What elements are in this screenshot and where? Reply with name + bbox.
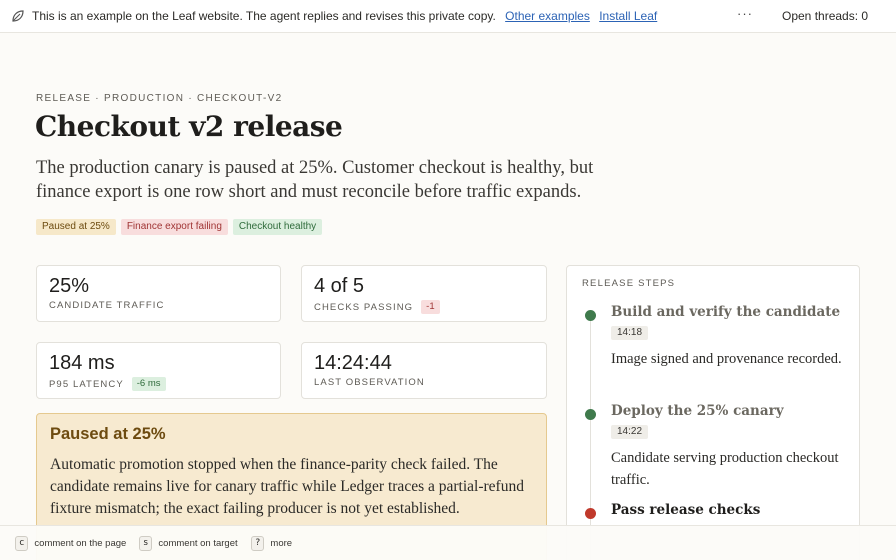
callout-title: Paused at 25% <box>50 425 166 443</box>
shortcut-more[interactable]: ? more <box>251 536 292 551</box>
stat-label: CANDIDATE TRAFFIC <box>49 300 165 311</box>
step-failed-dot <box>585 508 596 519</box>
shortcut-label: comment on target <box>158 538 238 549</box>
shortcut-label: comment on the page <box>34 538 127 549</box>
status-badge-paused: Paused at 25% <box>36 219 116 235</box>
stat-value: 25% <box>49 275 90 297</box>
stat-label: P95 LATENCY <box>49 378 124 390</box>
step-name: Deploy the 25% canary <box>611 403 784 419</box>
breadcrumb: RELEASE · PRODUCTION · CHECKOUT-V2 <box>36 93 283 104</box>
release-steps-panel: RELEASE STEPS Build and verify the candi… <box>566 265 860 560</box>
stat-value: 184 ms <box>49 352 115 374</box>
step-time: 14:22 <box>611 425 649 439</box>
more-menu-button[interactable]: ··· <box>737 6 753 21</box>
stat-card-p95-latency: 184 ms P95 LATENCY -6 ms <box>36 342 281 399</box>
stat-delta: -1 <box>421 300 440 314</box>
shortcut-key: c <box>15 536 29 551</box>
shortcut-key: ? <box>251 536 265 551</box>
keyboard-shortcuts-bar: c comment on the page s comment on targe… <box>0 525 896 560</box>
install-leaf-link[interactable]: Install Leaf <box>599 9 657 23</box>
open-threads-count[interactable]: Open threads: 0 <box>782 9 868 23</box>
stat-value: 4 of 5 <box>314 275 365 297</box>
banner-text: This is an example on the Leaf website. … <box>32 9 496 23</box>
step-description: Image signed and provenance recorded. <box>611 351 842 367</box>
page-title: Checkout v2 release <box>35 110 343 143</box>
step-done-dot <box>585 310 596 321</box>
stat-delta: -6 ms <box>131 377 166 391</box>
stat-label-row: CANDIDATE TRAFFIC <box>49 300 164 311</box>
shortcut-comment-target[interactable]: s comment on target <box>139 536 238 551</box>
leaf-icon <box>12 10 24 22</box>
step-description: Candidate serving production checkout tr… <box>611 450 839 488</box>
stat-label-row: LAST OBSERVATION <box>314 377 425 388</box>
shortcut-comment-page[interactable]: c comment on the page <box>15 536 126 551</box>
stat-label-row: P95 LATENCY -6 ms <box>49 377 166 391</box>
stat-card-checks-passing: 4 of 5 CHECKS PASSING -1 <box>301 265 547 322</box>
callout-body: Automatic promotion stopped when the fin… <box>50 456 524 517</box>
shortcut-label: more <box>270 538 293 549</box>
example-banner: This is an example on the Leaf website. … <box>0 0 896 33</box>
stat-card-last-observation: 14:24:44 LAST OBSERVATION <box>301 342 547 399</box>
step-time: 14:18 <box>611 326 649 340</box>
status-badge-finance: Finance export failing <box>120 219 228 235</box>
timeline-rail <box>590 312 591 560</box>
other-examples-link[interactable]: Other examples <box>505 9 590 23</box>
stat-label-row: CHECKS PASSING -1 <box>314 300 440 314</box>
status-badges: Paused at 25% Finance export failing Che… <box>36 219 323 235</box>
stat-label: CHECKS PASSING <box>314 301 414 313</box>
step-name: Build and verify the candidate <box>611 304 841 320</box>
stat-value: 14:24:44 <box>314 352 392 374</box>
status-badge-checkout: Checkout healthy <box>232 219 323 235</box>
stat-label: LAST OBSERVATION <box>314 377 425 388</box>
step-done-dot <box>585 409 596 420</box>
release-steps-heading: RELEASE STEPS <box>582 278 676 289</box>
step-name: Pass release checks <box>611 502 761 518</box>
banner-message: This is an example on the Leaf website. … <box>32 9 657 23</box>
page-summary: The production canary is paused at 25%. … <box>36 158 594 202</box>
shortcut-key: s <box>139 536 153 551</box>
stat-card-candidate-traffic: 25% CANDIDATE TRAFFIC <box>36 265 281 322</box>
